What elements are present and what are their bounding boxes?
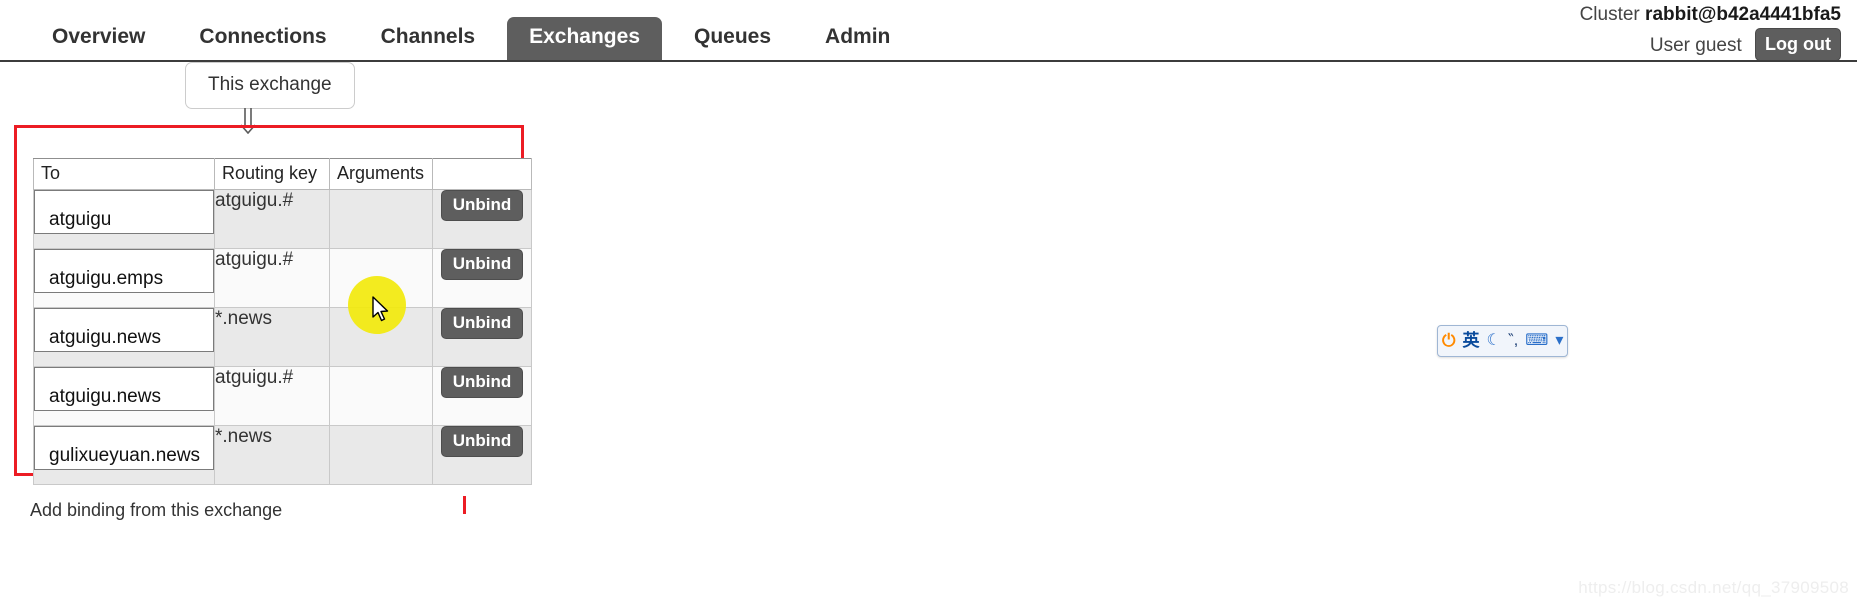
cell-to: atguigu.news (33, 366, 215, 426)
cell-routing-key: atguigu.# (214, 189, 330, 249)
table-row: atguigu.emps atguigu.# Unbind (33, 248, 532, 308)
keyboard-icon[interactable]: ⌨ (1525, 330, 1548, 352)
column-header-to[interactable]: To (33, 158, 215, 190)
queue-link[interactable]: atguigu.news (34, 367, 214, 411)
cell-routing-key: atguigu.# (214, 248, 330, 308)
unbind-button[interactable]: Unbind (440, 190, 524, 221)
cell-arguments (329, 189, 433, 249)
column-header-routing-key[interactable]: Routing key (214, 158, 330, 190)
watermark: https://blog.csdn.net/qq_37909508 (1578, 578, 1849, 597)
add-binding-partial-text: Add binding from this exchange (30, 500, 283, 520)
nav-item-queues[interactable]: Queues (672, 17, 793, 60)
bindings-table-head: To Routing key Arguments (33, 158, 532, 190)
table-row: atguigu.news atguigu.# Unbind (33, 366, 532, 426)
ime-more-icon[interactable]: ▾ (1555, 330, 1563, 352)
unbind-button[interactable]: Unbind (440, 426, 524, 457)
bindings-table-container: To Routing key Arguments atguigu atguigu… (33, 158, 532, 485)
ime-punctuation-toggle[interactable]: ‶, (1508, 330, 1518, 352)
cell-to: atguigu (33, 189, 215, 249)
bindings-table: To Routing key Arguments atguigu atguigu… (33, 158, 532, 485)
ime-toolbar[interactable]: ⏻ 英 ☾ ‶, ⌨ ▾ (1437, 325, 1569, 357)
cell-routing-key: atguigu.# (214, 366, 330, 426)
column-header-arguments[interactable]: Arguments (329, 158, 433, 190)
queue-link[interactable]: atguigu (34, 190, 214, 234)
column-header-action (432, 158, 532, 190)
cell-routing-key: *.news (214, 425, 330, 485)
table-row: atguigu atguigu.# Unbind (33, 189, 532, 249)
subtab-this-exchange[interactable]: This exchange (185, 62, 355, 109)
queue-link[interactable]: atguigu.emps (34, 249, 214, 293)
nav-item-connections[interactable]: Connections (177, 17, 348, 60)
table-row: atguigu.news *.news Unbind (33, 307, 532, 367)
unbind-button[interactable]: Unbind (440, 249, 524, 280)
queue-link[interactable]: gulixueyuan.news (34, 426, 214, 470)
queue-link[interactable]: atguigu.news (34, 308, 214, 352)
cell-action: Unbind (432, 425, 532, 485)
ime-language-indicator[interactable]: 英 (1462, 330, 1479, 352)
nav-item-admin[interactable]: Admin (803, 17, 912, 60)
nav-item-overview[interactable]: Overview (30, 17, 167, 60)
nav-item-channels[interactable]: Channels (359, 17, 498, 60)
cell-to: atguigu.emps (33, 248, 215, 308)
cell-action: Unbind (432, 248, 532, 308)
cell-arguments (329, 425, 433, 485)
main-nav-list: Overview Connections Channels Exchanges … (0, 14, 1857, 60)
sub-navigation: This exchange (185, 62, 355, 109)
unbind-button[interactable]: Unbind (440, 308, 524, 339)
main-navigation: Overview Connections Channels Exchanges … (0, 14, 1857, 62)
cell-action: Unbind (432, 366, 532, 426)
power-icon[interactable]: ⏻ (1442, 330, 1455, 352)
table-row: gulixueyuan.news *.news Unbind (33, 425, 532, 485)
red-annotation-tick (463, 496, 466, 514)
bindings-table-body: atguigu atguigu.# Unbind atguigu.emps at… (33, 189, 532, 485)
moon-icon[interactable]: ☾ (1486, 330, 1500, 352)
nav-item-exchanges[interactable]: Exchanges (507, 17, 662, 60)
cell-action: Unbind (432, 189, 532, 249)
unbind-button[interactable]: Unbind (440, 367, 524, 398)
cell-arguments (329, 366, 433, 426)
table-header-row: To Routing key Arguments (33, 158, 532, 190)
cell-to: atguigu.news (33, 307, 215, 367)
cell-action: Unbind (432, 307, 532, 367)
cell-to: gulixueyuan.news (33, 425, 215, 485)
cell-routing-key: *.news (214, 307, 330, 367)
mouse-cursor-icon (372, 296, 389, 322)
